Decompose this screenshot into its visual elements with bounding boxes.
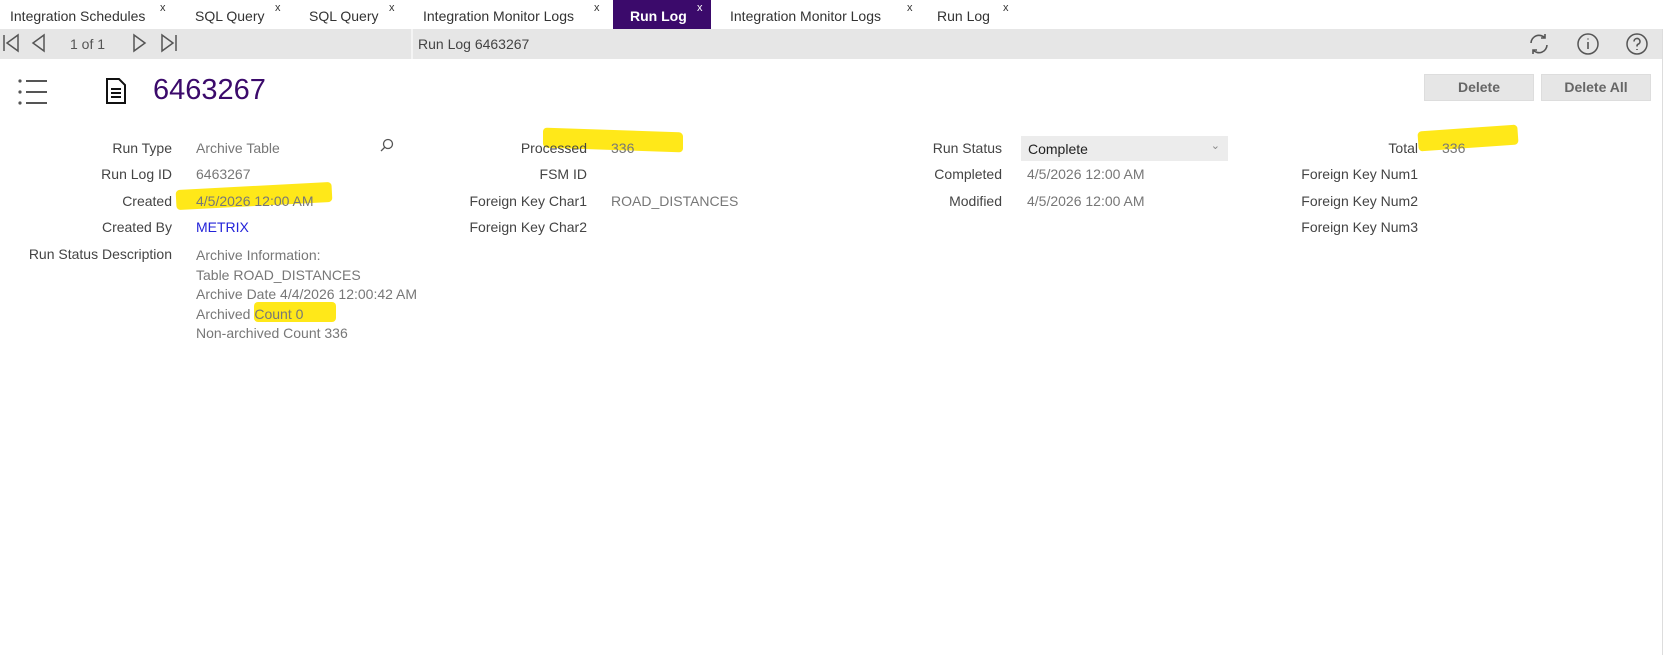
- modified-label: Modified: [949, 193, 1002, 209]
- toolbar-divider: [411, 29, 413, 59]
- tab-sql-query[interactable]: SQL Query x: [185, 0, 299, 29]
- tab-run-log-active[interactable]: Run Log x: [613, 0, 711, 29]
- processed-label: Processed: [520, 140, 587, 156]
- document-icon: [105, 77, 127, 110]
- close-tab-icon[interactable]: x: [160, 0, 166, 24]
- breadcrumb: Run Log 6463267: [418, 36, 530, 52]
- foreign-key-num2-label: Foreign Key Num2: [1301, 193, 1418, 209]
- right-border: [1662, 29, 1663, 655]
- close-tab-icon[interactable]: x: [594, 0, 600, 24]
- foreign-key-char1-label: Foreign Key Char1: [469, 193, 587, 209]
- modified-value: 4/5/2026 12:00 AM: [1027, 193, 1145, 209]
- run-log-id-label: Run Log ID: [101, 166, 172, 182]
- tab-label: SQL Query: [309, 8, 379, 24]
- close-tab-icon[interactable]: x: [1003, 0, 1009, 24]
- next-record-icon[interactable]: [132, 33, 148, 58]
- description-line: Table ROAD_DISTANCES: [196, 266, 361, 283]
- tab-label: Run Log: [937, 8, 990, 24]
- created-value: 4/5/2026 12:00 AM: [196, 193, 314, 209]
- chevron-down-icon: ⌄: [1210, 140, 1220, 152]
- previous-record-icon[interactable]: [30, 33, 46, 58]
- run-type-value[interactable]: Archive Table: [196, 140, 280, 156]
- run-status-label: Run Status: [932, 140, 1002, 156]
- close-tab-icon[interactable]: x: [907, 0, 913, 24]
- run-type-label: Run Type: [112, 140, 172, 156]
- completed-label: Completed: [934, 166, 1002, 182]
- close-tab-icon[interactable]: x: [389, 0, 395, 24]
- tab-label: SQL Query: [195, 8, 265, 24]
- processed-value: 336: [611, 140, 635, 156]
- run-status-description-value: Archive Information: Table ROAD_DISTANCE…: [196, 246, 417, 344]
- list-menu-icon[interactable]: [18, 78, 48, 111]
- description-line: Archived Count 0: [196, 305, 304, 322]
- toolbar: 1 of 1 Run Log 6463267: [0, 29, 1663, 59]
- created-label: Created: [122, 193, 172, 209]
- info-icon[interactable]: [1576, 32, 1600, 56]
- tab-label: Run Log: [630, 8, 687, 24]
- tab-label: Integration Monitor Logs: [730, 8, 881, 24]
- search-icon[interactable]: [380, 138, 394, 157]
- tab-integration-monitor-logs[interactable]: Integration Monitor Logs x: [413, 0, 613, 29]
- foreign-key-num1-label: Foreign Key Num1: [1301, 166, 1418, 182]
- close-tab-icon[interactable]: x: [275, 0, 281, 24]
- tab-label: Integration Monitor Logs: [423, 8, 574, 24]
- tab-run-log[interactable]: Run Log x: [927, 0, 1027, 29]
- page-title: 6463267: [153, 74, 266, 106]
- run-log-id-value: 6463267: [196, 166, 251, 182]
- completed-value: 4/5/2026 12:00 AM: [1027, 166, 1145, 182]
- total-label: Total: [1388, 140, 1418, 156]
- tab-label: Integration Schedules: [10, 8, 146, 24]
- run-status-value: Complete: [1028, 141, 1088, 157]
- created-by-label: Created By: [101, 219, 172, 235]
- run-status-description-label: Run Status Description: [28, 246, 172, 262]
- total-value: 336: [1442, 140, 1466, 156]
- tab-sql-query-2[interactable]: SQL Query x: [299, 0, 413, 29]
- tab-integration-schedules[interactable]: Integration Schedules x: [0, 0, 185, 29]
- description-line: Archive Information:: [196, 247, 321, 263]
- first-record-icon[interactable]: [2, 33, 20, 58]
- refresh-icon[interactable]: [1527, 32, 1551, 56]
- description-line: Archive Date 4/4/2026 12:00:42 AM: [196, 286, 418, 302]
- tab-bar: Integration Schedules x SQL Query x SQL Qu…: [0, 0, 1664, 29]
- tab-integration-monitor-logs-2[interactable]: Integration Monitor Logs x: [720, 0, 927, 29]
- last-record-icon[interactable]: [160, 33, 178, 58]
- description-line: Non-archived Count 336: [196, 325, 348, 341]
- pager-text: 1 of 1: [70, 36, 106, 52]
- created-by-link[interactable]: METRIX: [196, 219, 249, 235]
- delete-button[interactable]: Delete: [1424, 74, 1534, 101]
- foreign-key-char1-value: ROAD_DISTANCES: [611, 193, 739, 209]
- run-status-select[interactable]: Complete ⌄: [1021, 136, 1228, 161]
- foreign-key-char2-label: Foreign Key Char2: [469, 219, 587, 235]
- help-icon[interactable]: [1625, 32, 1649, 56]
- delete-all-button[interactable]: Delete All: [1541, 74, 1651, 101]
- highlight-mark: [1417, 124, 1519, 152]
- close-tab-icon[interactable]: x: [697, 0, 703, 24]
- foreign-key-num3-label: Foreign Key Num3: [1301, 219, 1418, 235]
- fsm-id-label: FSM ID: [539, 166, 587, 182]
